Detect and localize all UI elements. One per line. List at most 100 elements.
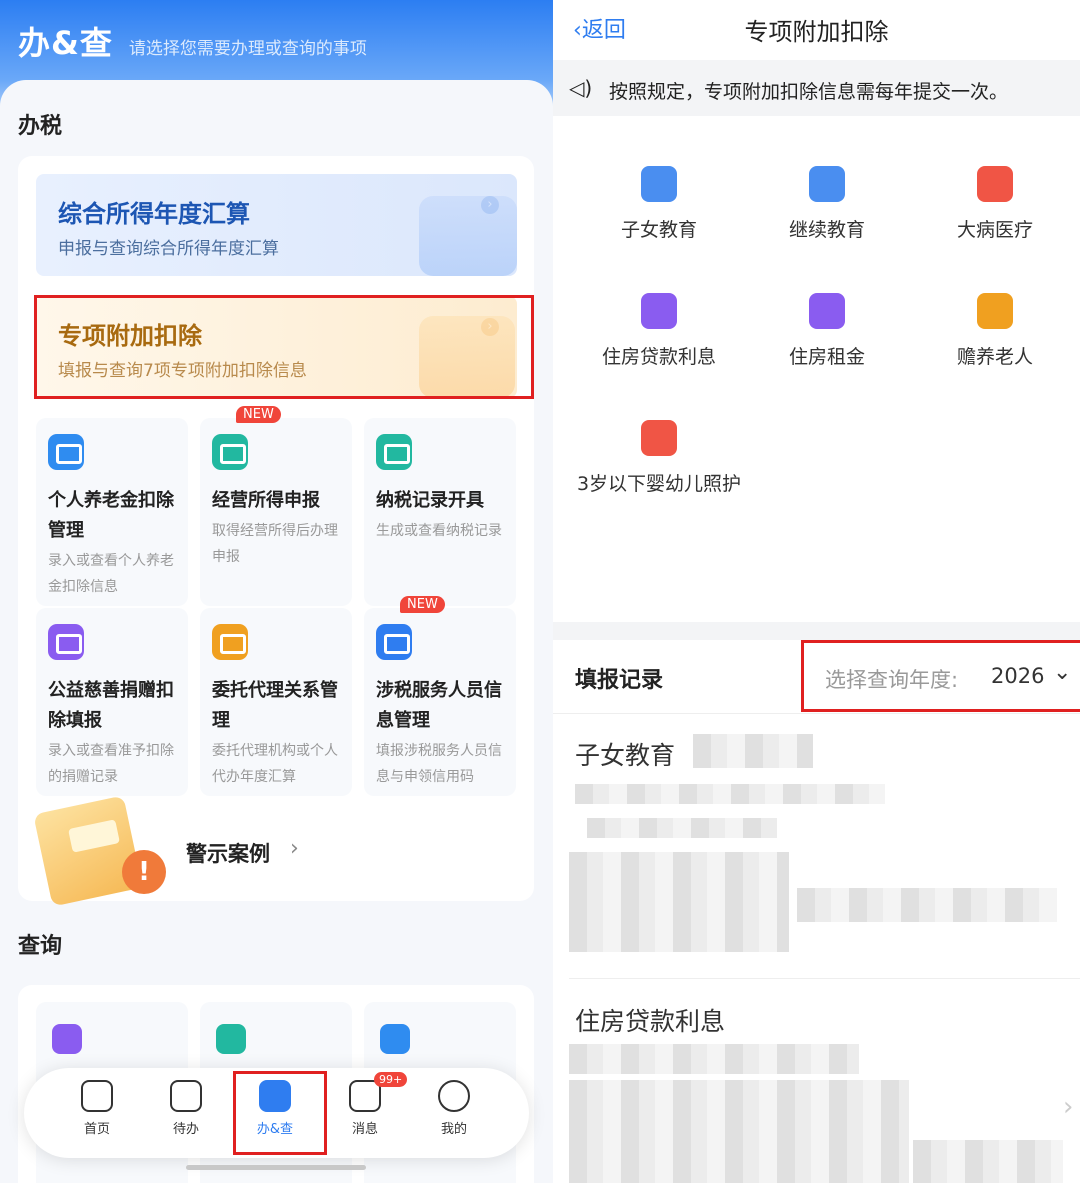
tile-tax-record[interactable]: 纳税记录开具 生成或查看纳税记录 [364,418,516,606]
redacted-block [587,818,777,838]
nav-bar: ‹返回 专项附加扣除 [553,0,1080,60]
category-label: 住房租金 [788,346,865,368]
category-label: 3岁以下婴幼儿照护 [576,473,742,495]
tab-label: 我的 [440,1122,467,1137]
record-divider [569,978,1080,979]
tax-record-icon [376,434,412,470]
new-badge: NEW [400,596,445,613]
pension-card-icon [48,434,84,470]
category-label: 继续教育 [788,219,865,241]
tile-title: 公益慈善捐赠扣除填报 [48,680,174,731]
category-label: 大病医疗 [956,219,1033,241]
tab-label: 首页 [83,1122,110,1137]
page-header: 办&查 请选择您需要办理或查询的事项 [18,18,367,64]
category-elderly-support[interactable]: 赡养老人 [911,293,1079,373]
category-infant-care[interactable]: 3岁以下婴幼儿照护 [575,420,743,500]
banner-desc: 申报与查询综合所得年度汇算 [58,239,279,259]
redacted-block [569,1044,859,1074]
redacted-block [569,852,789,952]
tile-business-income[interactable]: NEW 经营所得申报 取得经营所得后办理申报 [200,406,352,606]
category-housing-loan[interactable]: 住房贷款利息 [575,293,743,373]
alert-icon: ! [122,850,166,894]
tile-title: 纳税记录开具 [376,490,484,511]
warning-cases-entry[interactable]: ! 警示案例 › [18,795,534,907]
tile-desc: 录入或查看准予扣除的捐赠记录 [48,743,174,785]
profile-icon [438,1080,470,1112]
tax-section-title: 办税 [18,114,63,139]
chevron-right-icon: › [290,836,299,861]
query-section-title: 查询 [18,934,63,959]
category-continuing-education[interactable]: 继续教育 [743,166,911,246]
speaker-icon: ◁) [569,76,593,100]
special-deduction-screen: ‹返回 专项附加扣除 ◁) 按照规定，专项附加扣除信息需每年提交一次。 子女教育… [553,0,1080,1183]
highlight-box [801,640,1080,712]
tab-home[interactable]: 首页 [62,1080,132,1137]
redacted-block [913,1140,1063,1183]
clipboard-illustration [33,795,143,907]
tile-tax-service-staff[interactable]: NEW 涉税服务人员信息管理 填报涉税服务人员信息与申领信用码 [364,596,516,796]
redacted-block [693,734,813,768]
staff-card-icon [376,624,412,660]
category-serious-illness[interactable]: 大病医疗 [911,166,1079,246]
tile-title: 涉税服务人员信息管理 [376,680,502,731]
query-item-icon [380,1024,410,1054]
agency-icon [212,624,248,660]
category-housing-rent[interactable]: 住房租金 [743,293,911,373]
tile-title: 委托代理关系管理 [212,680,338,731]
tile-desc: 生成或查看纳税记录 [376,523,502,539]
calculator-illustration [419,196,517,276]
tile-desc: 录入或查看个人养老金扣除信息 [48,553,174,595]
home-icon [81,1080,113,1112]
warning-cases-label: 警示案例 [186,842,270,866]
infant-care-icon [641,420,677,456]
unread-badge: 99+ [374,1072,408,1087]
tile-pension-deduction[interactable]: 个人养老金扣除管理 录入或查看个人养老金扣除信息 [36,418,188,606]
highlight-box [233,1071,327,1155]
chevron-right-icon[interactable]: › [1063,1092,1073,1122]
category-label: 赡养老人 [956,346,1033,368]
redacted-block [797,888,1057,922]
tab-label: 待办 [172,1122,199,1137]
tile-desc: 委托代理机构或个人代办年度汇算 [212,743,338,785]
annual-settlement-banner[interactable]: 综合所得年度汇算 申报与查询综合所得年度汇算 › [36,174,517,276]
tab-messages[interactable]: 99+ 消息 [330,1072,408,1137]
tile-title: 经营所得申报 [212,490,320,511]
heart-hand-icon [48,624,84,660]
record-item-title[interactable]: 子女教育 [575,736,675,772]
notice-bar: ◁) 按照规定，专项附加扣除信息需每年提交一次。 [553,60,1080,116]
page-title: 办&查 [18,24,113,62]
tile-desc: 取得经营所得后办理申报 [212,523,338,565]
category-label: 住房贷款利息 [601,346,716,368]
medical-kit-icon [977,166,1013,202]
query-item-icon [216,1024,246,1054]
elderly-icon [977,293,1013,329]
todo-icon [170,1080,202,1112]
redacted-block [569,1080,909,1183]
handle-query-screen: 办&查 请选择您需要办理或查询的事项 办税 综合所得年度汇算 申报与查询综合所得… [0,0,553,1183]
page-title: 专项附加扣除 [744,18,889,46]
tab-label: 消息 [351,1122,378,1137]
tile-title: 个人养老金扣除管理 [48,490,174,541]
category-label: 子女教育 [620,219,697,241]
tile-charity-donation[interactable]: 公益慈善捐赠扣除填报 录入或查看准予扣除的捐赠记录 [36,608,188,796]
new-badge: NEW [236,406,281,423]
record-item-title[interactable]: 住房贷款利息 [575,1002,725,1038]
query-item-icon [52,1024,82,1054]
banner-title: 综合所得年度汇算 [58,200,250,228]
business-form-icon [212,434,248,470]
redacted-block [575,784,885,804]
tab-todo[interactable]: 待办 [151,1080,221,1137]
books-icon [641,166,677,202]
records-title: 填报记录 [575,668,664,693]
category-children-education[interactable]: 子女教育 [575,166,743,246]
house-loan-icon [641,293,677,329]
graduation-cap-icon [809,166,845,202]
tile-desc: 填报涉税服务人员信息与申领信用码 [376,743,502,785]
page-subtitle: 请选择您需要办理或查询的事项 [128,39,367,59]
home-indicator [186,1165,366,1170]
notice-text: 按照规定，专项附加扣除信息需每年提交一次。 [609,81,1009,103]
section-divider [553,622,1080,640]
highlight-box [34,295,534,399]
tile-agency-relation[interactable]: 委托代理关系管理 委托代理机构或个人代办年度汇算 [200,608,352,796]
tab-mine[interactable]: 我的 [419,1080,489,1137]
